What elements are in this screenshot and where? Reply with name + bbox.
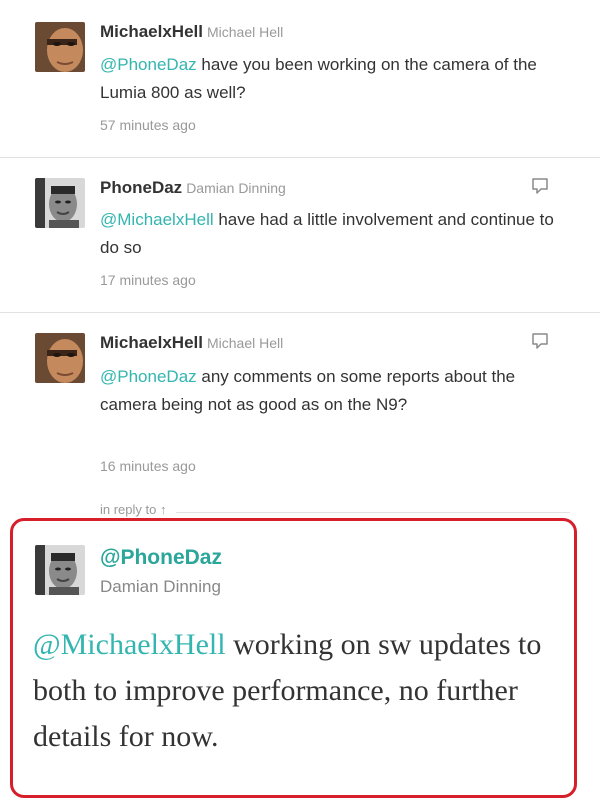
featured-tweet-text: @MichaelxHell working on sw updates to b…: [33, 622, 568, 760]
full-name[interactable]: Damian Dinning: [186, 180, 286, 196]
full-name[interactable]: Michael Hell: [207, 24, 283, 40]
avatar[interactable]: [35, 545, 85, 595]
reply-bubble-icon[interactable]: [530, 331, 550, 351]
tweet-item: PhoneDaz Damian Dinning @MichaelxHell hav…: [0, 158, 600, 313]
mention-link[interactable]: @MichaelxHell: [33, 628, 226, 661]
screen-name[interactable]: MichaelxHell: [100, 333, 203, 352]
full-name[interactable]: Damian Dinning: [100, 577, 221, 597]
avatar[interactable]: [35, 178, 85, 228]
screen-name[interactable]: MichaelxHell: [100, 22, 203, 41]
user-names: PhoneDaz Damian Dinning: [100, 178, 286, 198]
tweet-item: MichaelxHell Michael Hell @PhoneDaz any c…: [0, 313, 600, 513]
reply-bubble-icon[interactable]: [530, 176, 550, 196]
full-name[interactable]: Michael Hell: [207, 335, 283, 351]
timestamp[interactable]: 16 minutes ago: [100, 458, 196, 474]
tweet-text: @MichaelxHell have had a little involvem…: [100, 206, 570, 262]
mention-link[interactable]: @PhoneDaz: [100, 55, 197, 74]
mention-link[interactable]: @PhoneDaz: [100, 367, 197, 386]
user-names: MichaelxHell Michael Hell: [100, 333, 283, 353]
in-reply-to-link[interactable]: in reply to ↑: [100, 502, 177, 517]
timestamp[interactable]: 57 minutes ago: [100, 117, 196, 133]
user-names: MichaelxHell Michael Hell: [100, 22, 283, 42]
avatar[interactable]: [35, 22, 85, 72]
avatar[interactable]: [35, 333, 85, 383]
screen-name[interactable]: PhoneDaz: [100, 178, 182, 197]
timestamp[interactable]: 17 minutes ago: [100, 272, 196, 288]
tweet-item: MichaelxHell Michael Hell @PhoneDaz have …: [0, 0, 600, 156]
screen-name[interactable]: @PhoneDaz: [100, 546, 222, 570]
tweet-text: @PhoneDaz have you been working on the c…: [100, 51, 570, 107]
mention-link[interactable]: @MichaelxHell: [100, 210, 214, 229]
tweet-text: @PhoneDaz any comments on some reports a…: [100, 363, 570, 419]
